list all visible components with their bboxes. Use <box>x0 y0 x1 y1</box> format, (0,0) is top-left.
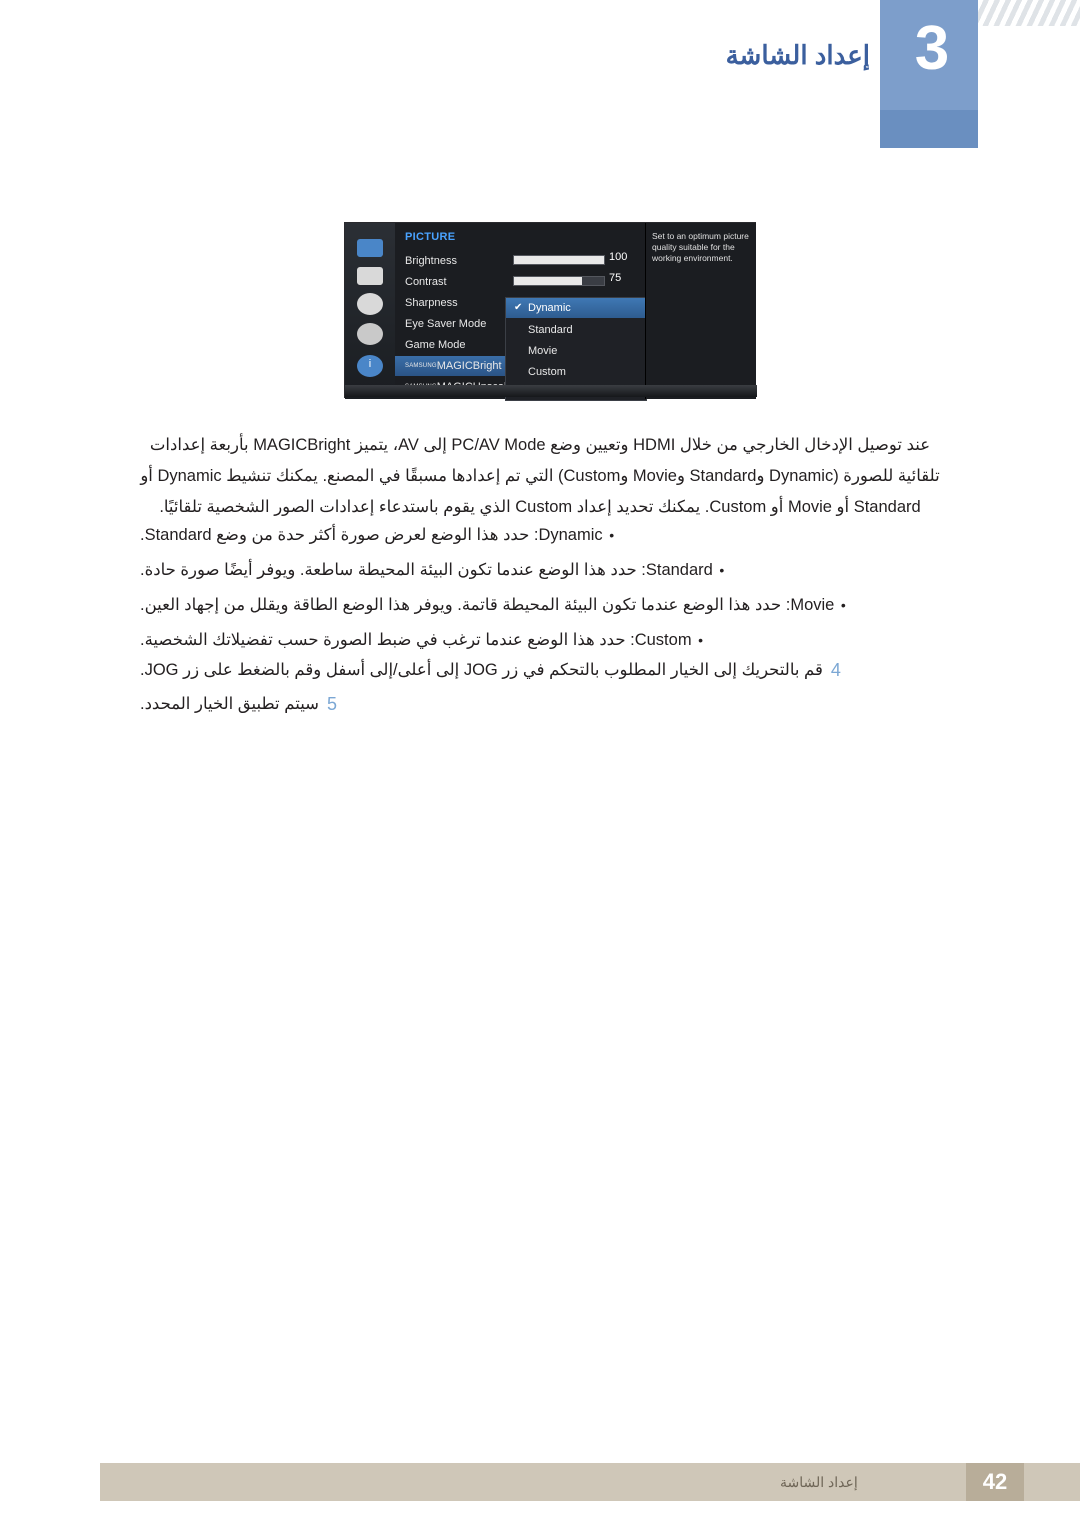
popup-option-label: Standard <box>528 324 573 336</box>
bullet-icon: • <box>698 632 704 648</box>
header-background <box>0 0 880 148</box>
contrast-slider-fill <box>514 277 582 285</box>
popup-option-standard[interactable]: Standard <box>506 320 646 340</box>
osd-screenshot: i PICTURE Brightness 100 Contrast 75 Sha… <box>344 222 757 401</box>
osd-menu-title: PICTURE <box>405 231 456 243</box>
samsung-brand-tag: SAMSUNG <box>405 363 437 369</box>
popup-option-label: Custom <box>528 366 566 378</box>
osd-frame: i PICTURE Brightness 100 Contrast 75 Sha… <box>344 222 757 401</box>
osd-row-label: Eye Saver Mode <box>405 318 487 330</box>
contrast-slider-track[interactable] <box>513 276 605 286</box>
intro-line-2: تلقائية للصورة (Dynamic وStandard وMovie… <box>140 467 940 485</box>
mode-description-list: • Dynamic: حدد هذا الوضع لعرض صورة أكثر … <box>140 520 940 660</box>
step-number: 5 <box>326 694 337 714</box>
contrast-value: 75 <box>609 272 622 284</box>
osd-row-label: MAGICBright <box>436 360 502 372</box>
osd-row-label: Game Mode <box>405 339 466 351</box>
step-number: 4 <box>830 660 841 680</box>
intro-line-1: عند توصيل الإدخال الخارجي من خلال HDMI و… <box>149 436 931 454</box>
footer-left-spacer <box>0 1463 100 1501</box>
intro-paragraph: عند توصيل الإدخال الخارجي من خلال HDMI و… <box>140 430 940 523</box>
header-hatch-fill <box>978 26 1080 148</box>
chapter-title: إعداد الشاشة <box>725 40 870 70</box>
list-item-text: Movie: حدد هذا الوضع عندما تكون البيئة ا… <box>140 596 835 614</box>
monitor-bezel <box>345 385 757 397</box>
menu-icon[interactable] <box>357 267 383 285</box>
information-icon[interactable]: i <box>357 355 383 377</box>
osd-row-label: Contrast <box>405 276 447 288</box>
popup-option-label: Dynamic <box>528 302 571 314</box>
footer-chapter-label: إعداد الشاشة <box>780 1473 858 1490</box>
brightness-slider-fill <box>514 256 604 264</box>
popup-option-movie[interactable]: Movie <box>506 341 646 361</box>
popup-option-label: Movie <box>528 345 558 357</box>
bullet-icon: • <box>719 562 725 578</box>
brightness-slider-track[interactable] <box>513 255 605 265</box>
page-number: 42 <box>966 1463 1024 1501</box>
header-hatch-pattern <box>978 0 1080 26</box>
input-icon[interactable] <box>357 293 383 315</box>
list-item-text: Custom: حدد هذا الوضع عندما ترغب في ضبط … <box>140 631 692 649</box>
list-item: 5 سيتم تطبيق الخيار المحدد. <box>140 689 940 719</box>
list-item: • Dynamic: حدد هذا الوضع لعرض صورة أكثر … <box>140 520 940 550</box>
list-item: • Standard: حدد هذا الوضع عندما تكون الب… <box>140 555 940 585</box>
list-item: • Custom: حدد هذا الوضع عندما ترغب في ضب… <box>140 625 940 655</box>
monitor-icon[interactable] <box>357 239 383 257</box>
osd-row-label: Brightness <box>405 255 457 267</box>
list-item-text: Dynamic: حدد هذا الوضع لعرض صورة أكثر حد… <box>140 526 603 544</box>
step-text: سيتم تطبيق الخيار المحدد. <box>140 695 319 713</box>
list-item-text: Standard: حدد هذا الوضع عندما تكون البيئ… <box>140 561 713 579</box>
osd-row-label: Sharpness <box>405 297 458 309</box>
list-item: • Movie: حدد هذا الوضع عندما تكون البيئة… <box>140 590 940 620</box>
chapter-number: 3 <box>914 14 950 83</box>
step-text: قم بالتحريك إلى الخيار المطلوب بالتحكم ف… <box>140 661 823 679</box>
check-icon: ✔ <box>514 302 523 313</box>
settings-icon[interactable] <box>357 323 383 345</box>
page-header: 3 إعداد الشاشة <box>0 0 1080 148</box>
procedure-steps: 4 قم بالتحريك إلى الخيار المطلوب بالتحكم… <box>140 655 940 723</box>
list-item: 4 قم بالتحريك إلى الخيار المطلوب بالتحكم… <box>140 655 940 685</box>
osd-help-text: Set to an optimum picture quality suitab… <box>645 223 756 399</box>
intro-line-3: Standard أو Movie أو Custom. يمكنك تحديد… <box>159 498 921 516</box>
popup-option-custom[interactable]: Custom <box>506 362 646 382</box>
popup-option-dynamic[interactable]: ✔ Dynamic <box>506 298 646 318</box>
osd-sidebar: i <box>345 223 396 399</box>
brightness-value: 100 <box>609 251 628 263</box>
bullet-icon: • <box>609 527 615 543</box>
bullet-icon: • <box>840 597 846 613</box>
